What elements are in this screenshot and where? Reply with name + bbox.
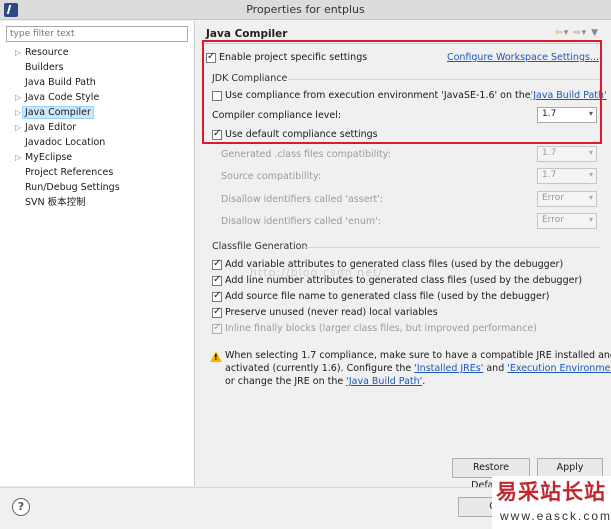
disallow-enum-select[interactable]: Error ▾ — [537, 213, 597, 229]
tree-item-svn[interactable]: SVN 板本控制 — [0, 195, 195, 210]
page-title: Java Compiler — [206, 28, 288, 40]
tree-item-label: SVN 板本控制 — [25, 197, 86, 208]
red-highlight-box — [202, 40, 602, 144]
cf-preserve-unused-checkbox[interactable]: Preserve unused (never read) local varia… — [212, 306, 438, 319]
tree-item-java-code-style[interactable]: ▷ Java Code Style — [0, 90, 195, 105]
java-build-path-link-2[interactable]: 'Java Build Path' — [346, 376, 422, 387]
tree-item-label: Project References — [25, 167, 114, 178]
execution-environments-link[interactable]: 'Execution Environments' — [507, 363, 611, 374]
source-compat-value: 1.7 — [542, 170, 557, 180]
disallow-assert-value: Error — [542, 193, 564, 203]
tree-item-label: Java Code Style — [25, 92, 100, 103]
warning-text: . — [422, 376, 426, 387]
group-divider — [304, 247, 601, 248]
back-menu-chevron-down-icon[interactable]: ▾ — [564, 28, 570, 38]
checkbox-box[interactable] — [212, 274, 222, 286]
chevron-down-icon: ▾ — [588, 148, 593, 157]
tree-item-label: Run/Debug Settings — [25, 182, 120, 193]
tree-item-label: Resource — [25, 47, 69, 58]
tree-item-label: Java Editor — [25, 122, 77, 133]
warning-line-1: When selecting 1.7 compliance, make sure… — [225, 350, 611, 361]
expand-arrow-icon[interactable]: ▷ — [15, 150, 21, 165]
installed-jres-link[interactable]: 'Installed JREs' — [414, 363, 483, 374]
tree-item-builders[interactable]: Builders — [0, 60, 195, 75]
checkbox-box[interactable] — [212, 306, 222, 318]
source-compat-select[interactable]: 1.7 ▾ — [537, 168, 597, 184]
disallow-enum-value: Error — [542, 215, 564, 225]
warning-text: and — [483, 363, 508, 374]
tree-item-project-references[interactable]: Project References — [0, 165, 195, 180]
apply-button[interactable]: Apply — [537, 458, 603, 478]
filter-input[interactable] — [6, 26, 188, 42]
expand-arrow-icon[interactable]: ▷ — [15, 120, 21, 135]
warning-icon: ! — [210, 351, 222, 362]
tree-item-java-compiler[interactable]: ▷ Java Compiler — [0, 105, 195, 120]
cf-inline-label: Inline finally blocks (larger class file… — [225, 323, 537, 334]
tree-item-java-editor[interactable]: ▷ Java Editor — [0, 120, 195, 135]
warning-text: or change the JRE on the — [225, 376, 347, 387]
tree-item-myeclipse[interactable]: ▷ MyEclipse — [0, 150, 195, 165]
source-compat-label: Source compatibility: — [221, 171, 321, 182]
expand-arrow-icon[interactable]: ▷ — [15, 90, 21, 105]
tree-item-resource[interactable]: ▷ Resource — [0, 45, 195, 60]
tree-item-label: Builders — [25, 62, 64, 73]
chevron-down-icon: ▾ — [588, 215, 593, 224]
restore-defaults-button[interactable]: Restore Defaults — [452, 458, 530, 491]
view-menu-icon[interactable]: ▼ — [591, 28, 599, 38]
window-title: Properties for entplus — [246, 3, 365, 16]
cf-source-file-checkbox[interactable]: Add source file name to generated class … — [212, 290, 549, 303]
disallow-enum-label: Disallow identifiers called 'enum': — [221, 216, 381, 227]
forward-arrow-icon[interactable]: ⇨ — [573, 28, 582, 38]
cf-source-label: Add source file name to generated class … — [225, 291, 550, 302]
warning-text: activated (currently 1.6). Configure the — [225, 363, 415, 374]
preference-tree-panel: ▷ResourceBuildersJava Build Path▷Java Co… — [0, 21, 195, 486]
watermark-logo-url: www.easck.com — [500, 509, 611, 523]
classfile-group-label: Classfile Generation — [212, 241, 308, 252]
tree-item-label: MyEclipse — [25, 152, 73, 163]
checkbox-box[interactable] — [212, 322, 222, 334]
tree-item-javadoc-location[interactable]: Javadoc Location — [0, 135, 195, 150]
chevron-down-icon: ▾ — [588, 193, 593, 202]
help-icon[interactable]: ? — [12, 498, 30, 516]
checkbox-box[interactable] — [212, 290, 222, 302]
title-bar: Properties for entplus — [0, 0, 611, 20]
nav-buttons: ⇦▾ ⇨▾ ▼ — [555, 28, 599, 38]
warning-line-2: activated (currently 1.6). Configure the… — [225, 363, 611, 374]
back-arrow-icon[interactable]: ⇦ — [555, 28, 564, 38]
tree-item-label: Javadoc Location — [25, 137, 106, 148]
watermark-logo-cn: 易采站长站 — [496, 479, 606, 504]
warning-line-3: or change the JRE on the 'Java Build Pat… — [225, 376, 425, 387]
watermark-logo: 易采站长站 www.easck.com — [492, 476, 611, 529]
tree-item-label: Java Compiler — [22, 106, 94, 119]
checkbox-box[interactable] — [212, 258, 222, 270]
expand-arrow-icon[interactable]: ▷ — [15, 45, 21, 60]
disallow-assert-select[interactable]: Error ▾ — [537, 191, 597, 207]
watermark-text: http://blog.csdn.net/ — [250, 266, 383, 279]
expand-arrow-icon[interactable]: ▷ — [15, 105, 21, 120]
tree-item-java-build-path[interactable]: Java Build Path — [0, 75, 195, 90]
generated-class-value: 1.7 — [542, 148, 557, 158]
cf-preserve-label: Preserve unused (never read) local varia… — [225, 307, 438, 318]
chevron-down-icon: ▾ — [588, 170, 593, 179]
forward-menu-chevron-down-icon[interactable]: ▾ — [582, 28, 588, 38]
tree-item-label: Java Build Path — [25, 77, 96, 88]
generated-class-select[interactable]: 1.7 ▾ — [537, 146, 597, 162]
tree-item-run-debug-settings[interactable]: Run/Debug Settings — [0, 180, 195, 195]
cf-inline-finally-checkbox[interactable]: Inline finally blocks (larger class file… — [212, 322, 537, 335]
disallow-assert-label: Disallow identifiers called 'assert': — [221, 194, 384, 205]
generated-class-label: Generated .class files compatibility: — [221, 149, 391, 160]
preference-tree: ▷ Resource Builders Java Build Path ▷ Java Co… — [0, 45, 195, 210]
